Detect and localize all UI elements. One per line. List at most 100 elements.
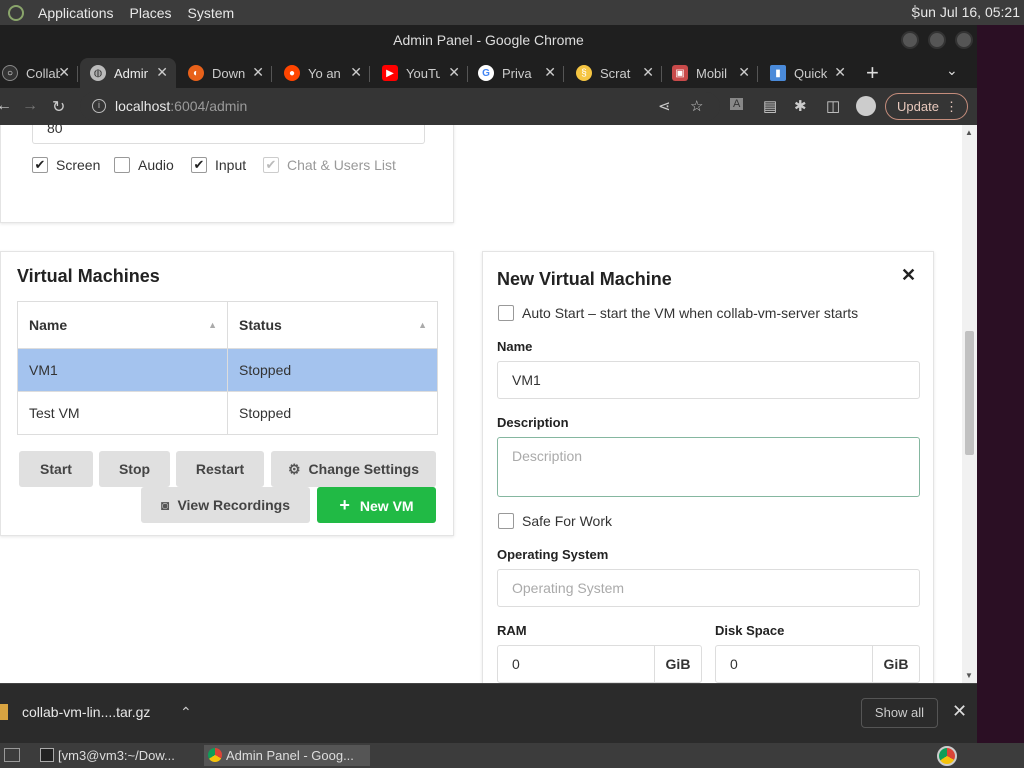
ram-input[interactable]: 0 [497,645,655,683]
table-row[interactable]: VM1 Stopped [17,348,438,392]
forward-icon[interactable]: → [22,97,38,115]
close-icon[interactable]: ✕ [350,64,362,81]
auto-start-checkbox[interactable]: Auto Start – start the VM when collab-vm… [498,305,858,321]
reddit-icon: ● [284,65,300,81]
show-desktop-icon[interactable] [4,748,20,762]
back-icon[interactable]: ← [0,97,12,115]
globe-icon: ◍ [90,65,106,81]
start-button[interactable]: Start [19,451,93,487]
menu-system[interactable]: System [180,5,243,21]
page-scrollbar[interactable]: ▲ ▼ [962,125,977,683]
scroll-down-icon[interactable]: ▼ [965,671,973,680]
share-icon[interactable]: ⋖ [658,97,671,115]
change-settings-button[interactable]: ⚙ Change Settings [271,451,436,487]
tab-search-chevron-icon[interactable]: ⌄ [946,62,958,79]
vm-panel-title: Virtual Machines [17,266,160,286]
side-panel-icon[interactable]: ◫ [826,97,840,115]
description-textarea[interactable]: Description [497,437,920,497]
checkmark-icon[interactable]: ✔ [191,157,207,173]
profile-avatar-icon[interactable] [856,96,876,116]
input-checkbox[interactable]: ✔ Input [191,157,246,173]
sort-up-icon[interactable]: ▲ [208,320,217,330]
vm-name-input[interactable]: VM1 [497,361,920,399]
screen-checkbox[interactable]: ✔ Screen [32,157,100,173]
close-icon[interactable]: ✕ [448,64,460,81]
settings-panel: 80 ✔ Screen Audio ✔ Input ✔ Chat & Users Li… [0,125,454,223]
checkbox-box[interactable] [498,513,514,529]
reload-icon[interactable]: ↻ [52,97,65,117]
close-icon[interactable]: ✕ [58,64,70,81]
vm-table: Name ▲ Status ▲ VM1 Stopped Test VM Stoppe… [17,301,438,435]
new-vm-button[interactable]: + New VM [317,487,436,523]
clock[interactable]: Sun Jul 16, 05:21 [911,4,1020,20]
window-title-bar[interactable]: Admin Panel - Google Chrome [0,25,977,56]
column-header-status[interactable]: Status ▲ [227,301,438,349]
close-icon[interactable]: ✕ [834,64,846,81]
sort-up-icon[interactable]: ▲ [418,320,427,330]
close-icon[interactable]: ✕ [156,64,168,81]
tab-youtube[interactable]: ▶ YouTu ✕ [372,58,468,88]
vm-name-cell[interactable]: VM1 [17,348,228,392]
checkbox-box[interactable] [498,305,514,321]
chevron-up-icon[interactable]: ⌃ [180,704,192,721]
browser-toolbar: ← → ↻ i localhost:6004/admin ⋖ ☆ A ▤ ✱ ◫… [0,88,977,125]
view-recordings-button[interactable]: ◙ View Recordings [141,487,310,523]
taskbar: [vm3@vm3:~/Dow... Admin Panel - Goog... [0,743,1024,768]
tray-chrome-icon[interactable] [937,746,957,766]
vm-name-cell[interactable]: Test VM [17,391,228,435]
extension-doc-icon[interactable]: ▤ [763,97,777,115]
menu-places[interactable]: Places [122,5,180,21]
checkmark-icon[interactable]: ✔ [32,157,48,173]
scroll-up-icon[interactable]: ▲ [965,128,973,137]
url-text[interactable]: localhost:6004/admin [115,98,247,114]
button-label: Change Settings [308,461,420,477]
maximize-icon[interactable] [928,31,946,49]
tab-mobile[interactable]: ▣ Mobil ✕ [662,58,758,88]
extension-a-icon[interactable]: A [730,98,744,110]
download-item[interactable]: collab-vm-lin....tar.gz [22,704,150,720]
update-button[interactable]: Update ⋮ [885,93,968,120]
tab-reddit[interactable]: ● Yo an ✕ [274,58,370,88]
safe-for-work-checkbox[interactable]: Safe For Work [498,513,612,529]
distro-logo-icon[interactable] [8,4,24,21]
audio-checkbox[interactable]: Audio [114,157,174,173]
bookmark-star-icon[interactable]: ☆ [690,97,703,115]
tab-strip: ○ Collab ✕ ◍ Admin ✕ ◐ Down ✕ ● Yo an ✕ … [0,56,977,88]
close-icon[interactable]: ✕ [252,64,264,81]
tab-collab[interactable]: ○ Collab ✕ [0,58,78,88]
taskbar-item-chrome[interactable]: Admin Panel - Goog... [204,745,370,766]
tab-admin[interactable]: ◍ Admin ✕ [80,58,176,88]
close-download-bar-icon[interactable]: ✕ [952,701,967,722]
site-info-icon[interactable]: i [92,99,106,113]
taskbar-item-terminal[interactable]: [vm3@vm3:~/Dow... [36,745,201,766]
new-tab-icon[interactable]: + [866,60,879,86]
column-header-name[interactable]: Name ▲ [17,301,228,349]
address-bar[interactable]: i localhost:6004/admin [80,92,720,121]
close-icon[interactable]: ✕ [642,64,654,81]
vm-status-cell[interactable]: Stopped [227,391,438,435]
close-icon[interactable]: ✕ [901,265,916,286]
close-window-icon[interactable] [955,31,973,49]
close-icon[interactable]: ✕ [738,64,750,81]
disk-space-input[interactable]: 0 [715,645,873,683]
scrollbar-thumb[interactable] [965,331,974,455]
menu-applications[interactable]: Applications [30,5,122,21]
scratch-icon: § [576,65,592,81]
checkmark-icon: ✔ [263,157,279,173]
kebab-menu-icon[interactable]: ⋮ [945,94,958,119]
tab-scratch[interactable]: § Scrat ✕ [566,58,662,88]
stop-button[interactable]: Stop [99,451,170,487]
minimize-icon[interactable] [901,31,919,49]
table-row[interactable]: Test VM Stopped [17,391,438,435]
port-field[interactable]: 80 [32,125,425,144]
checkbox-box[interactable] [114,157,130,173]
show-all-button[interactable]: Show all [861,698,938,728]
close-icon[interactable]: ✕ [544,64,556,81]
tab-google[interactable]: G Priva ✕ [468,58,564,88]
vm-status-cell[interactable]: Stopped [227,348,438,392]
extensions-puzzle-icon[interactable]: ✱ [794,97,807,115]
tab-down[interactable]: ◐ Down ✕ [178,58,272,88]
os-input[interactable]: Operating System [497,569,920,607]
tab-quick[interactable]: ▮ Quick ✕ [760,58,854,88]
restart-button[interactable]: Restart [176,451,264,487]
